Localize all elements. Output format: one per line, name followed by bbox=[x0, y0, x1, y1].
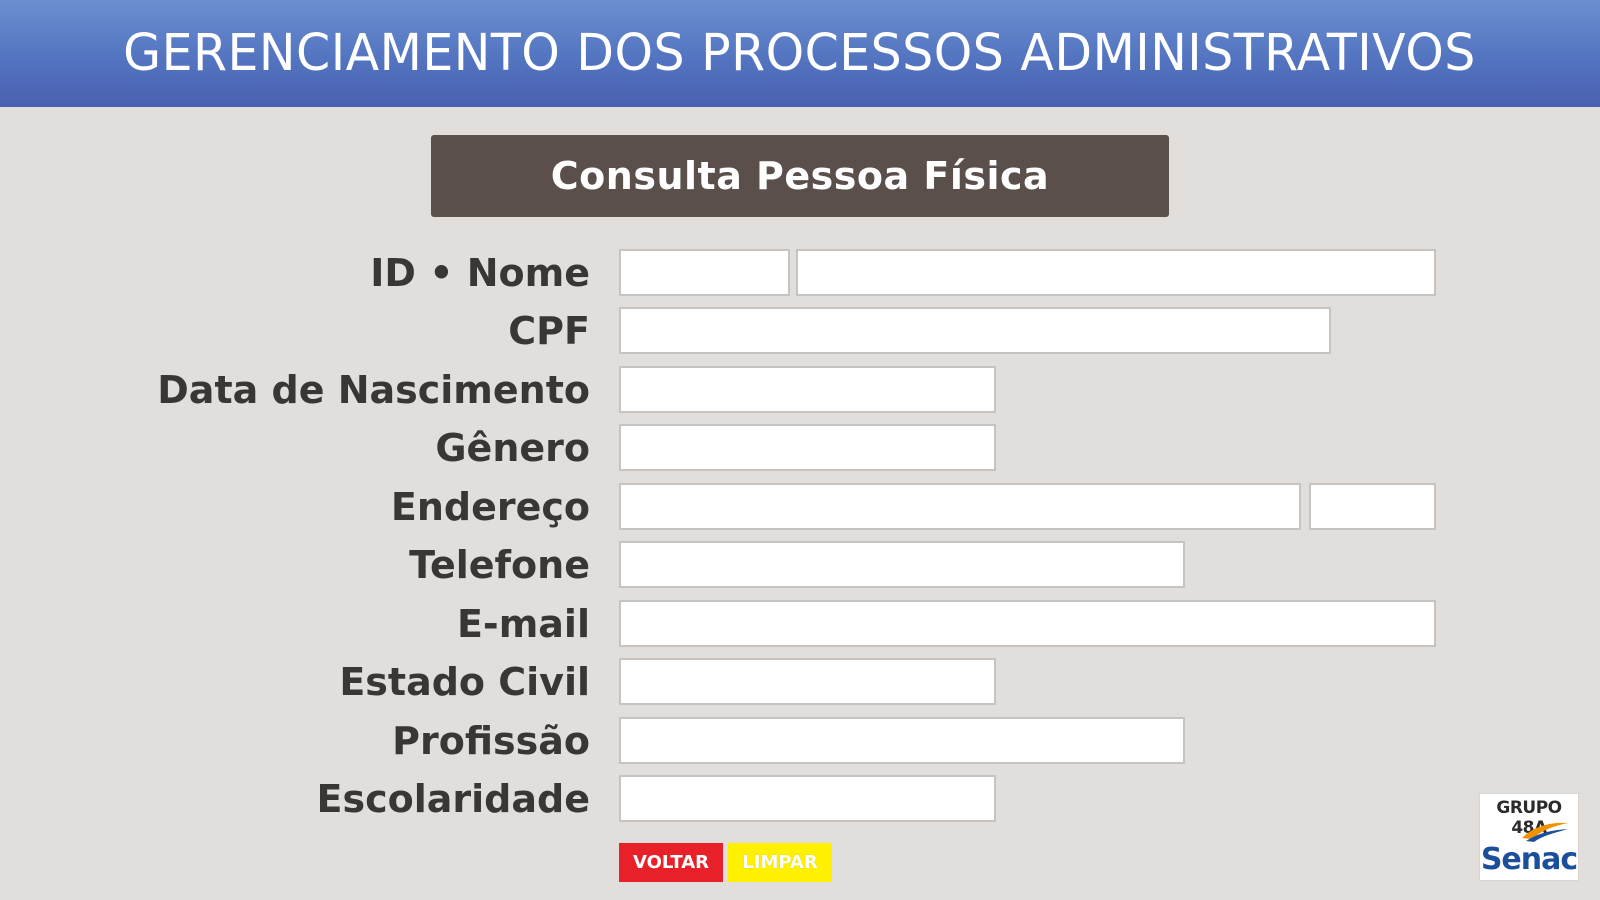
id-field[interactable] bbox=[619, 249, 790, 296]
label-escolaridade: Escolaridade bbox=[316, 777, 590, 821]
form-title: Consulta Pessoa Física bbox=[550, 154, 1050, 198]
endereco-numero-field[interactable] bbox=[1309, 483, 1436, 530]
senac-swoosh-icon bbox=[1522, 822, 1568, 842]
page-title: GERENCIAMENTO DOS PROCESSOS ADMINISTRATI… bbox=[123, 24, 1477, 83]
genero-field[interactable] bbox=[619, 424, 996, 471]
label-genero: Gênero bbox=[435, 426, 590, 470]
telefone-field[interactable] bbox=[619, 541, 1185, 588]
endereco-field[interactable] bbox=[619, 483, 1301, 530]
page-header: GERENCIAMENTO DOS PROCESSOS ADMINISTRATI… bbox=[0, 0, 1600, 107]
logo-brand: Senac bbox=[1480, 842, 1578, 877]
cpf-field[interactable] bbox=[619, 307, 1331, 354]
label-profissao: Profissão bbox=[392, 719, 590, 763]
label-data-nascimento: Data de Nascimento bbox=[157, 368, 590, 412]
limpar-button[interactable]: LIMPAR bbox=[728, 843, 832, 882]
label-telefone: Telefone bbox=[409, 543, 590, 587]
escolaridade-field[interactable] bbox=[619, 775, 996, 822]
senac-logo: GRUPO 48A Senac bbox=[1479, 793, 1579, 881]
label-email: E-mail bbox=[456, 602, 590, 646]
label-estado-civil: Estado Civil bbox=[339, 660, 590, 704]
email-field[interactable] bbox=[619, 600, 1436, 647]
voltar-button[interactable]: VOLTAR bbox=[619, 843, 723, 882]
profissao-field[interactable] bbox=[619, 717, 1185, 764]
label-id-nome: ID • Nome bbox=[370, 251, 590, 295]
label-cpf: CPF bbox=[508, 309, 590, 353]
nome-field[interactable] bbox=[796, 249, 1436, 296]
data-nascimento-field[interactable] bbox=[619, 366, 996, 413]
estado-civil-field[interactable] bbox=[619, 658, 996, 705]
form-title-bar: Consulta Pessoa Física bbox=[431, 135, 1169, 217]
label-endereco: Endereço bbox=[390, 485, 590, 529]
